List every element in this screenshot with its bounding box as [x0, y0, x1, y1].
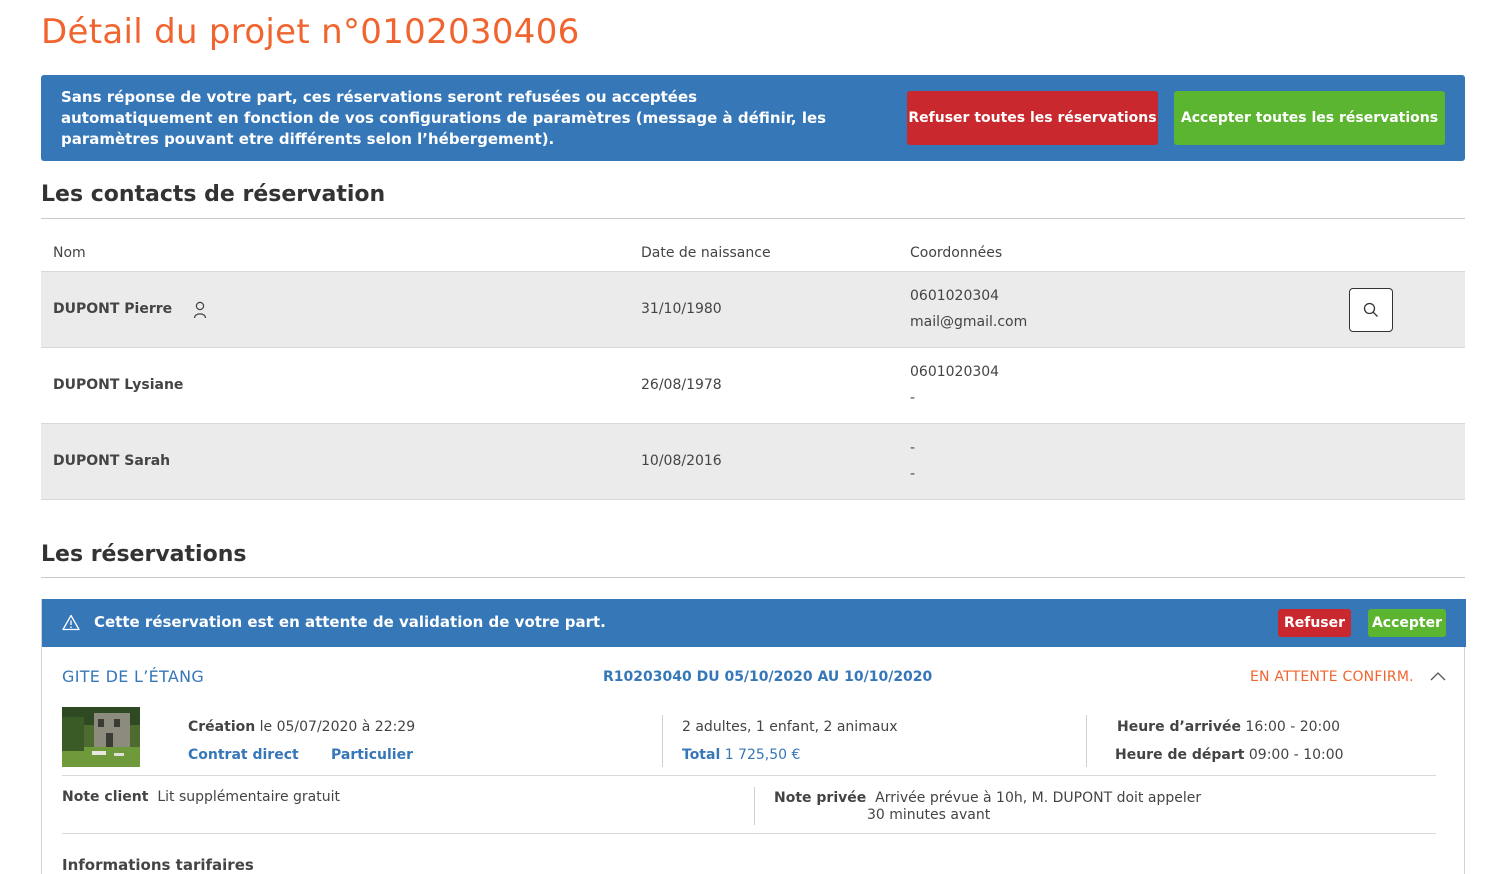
total-value: 1 725,50 €	[724, 747, 801, 763]
header-coords: Coordonnées	[910, 245, 1003, 261]
contact-birth: 10/08/2016	[641, 453, 722, 469]
private-note: Note privée Arrivée prévue à 10h, M. DUP…	[774, 789, 1201, 807]
contact-birth: 26/08/1978	[641, 377, 722, 393]
client-note-label: Note client	[62, 789, 149, 805]
header-name: Nom	[53, 245, 86, 261]
creation-date: le 05/07/2020 à 22:29	[259, 719, 416, 735]
departure-label: Heure de départ	[1115, 747, 1245, 763]
guests-info: 2 adultes, 1 enfant, 2 animaux	[682, 719, 898, 735]
divider	[754, 787, 755, 825]
alert-message: Cette réservation est en attente de vali…	[94, 613, 606, 631]
reservation-reference[interactable]: R10203040 DU 05/10/2020 AU 10/10/2020	[603, 669, 932, 685]
table-row: DUPONT Sarah 10/08/2016 - -	[41, 424, 1465, 500]
contact-birth: 31/10/1980	[641, 301, 722, 317]
creation-label: Création	[188, 719, 256, 735]
contact-phone: 0601020304	[910, 364, 1000, 380]
accept-all-button[interactable]: Accepter toutes les réservations	[1174, 91, 1445, 145]
total-info: Total 1 725,50 €	[682, 747, 800, 763]
table-header: Nom Date de naissance Coordonnées	[41, 234, 1465, 272]
creation-info: Création le 05/07/2020 à 22:29	[188, 719, 415, 735]
status-badge: EN ATTENTE CONFIRM.	[1250, 669, 1414, 685]
refuse-all-button[interactable]: Refuser toutes les réservations	[907, 91, 1158, 145]
auto-decision-banner: Sans réponse de votre part, ces réservat…	[41, 75, 1465, 161]
divider	[41, 577, 1465, 578]
divider	[62, 775, 1436, 776]
arrival-label: Heure d’arrivée	[1117, 719, 1241, 735]
contact-email: -	[910, 390, 916, 406]
divider	[62, 833, 1436, 834]
header-birth: Date de naissance	[641, 245, 771, 261]
lodging-name[interactable]: GITE DE L’ÉTANG	[62, 667, 204, 686]
divider	[41, 218, 1465, 219]
user-icon	[193, 301, 207, 319]
contact-phone: 0601020304	[910, 288, 1000, 304]
pricing-section-title: Informations tarifaires	[62, 856, 254, 874]
divider	[1086, 715, 1087, 767]
reservations-section-title: Les réservations	[41, 542, 247, 567]
contacts-table: Nom Date de naissance Coordonnées DUPONT…	[41, 234, 1465, 500]
departure-info: Heure de départ 09:00 - 10:00	[1115, 747, 1344, 763]
contract-link[interactable]: Contrat direct	[188, 747, 299, 763]
divider	[662, 715, 663, 767]
contact-name: DUPONT Sarah	[53, 453, 171, 469]
contact-name: DUPONT Lysiane	[53, 377, 184, 393]
client-note: Note client Lit supplémentaire gratuit	[62, 789, 340, 805]
view-contact-button[interactable]	[1349, 288, 1393, 332]
lodging-photo	[62, 707, 140, 767]
client-note-text: Lit supplémentaire gratuit	[157, 789, 340, 805]
contact-email: -	[910, 466, 916, 482]
table-row: DUPONT Lysiane 26/08/1978 0601020304 -	[41, 348, 1465, 424]
arrival-info: Heure d’arrivée 16:00 - 20:00	[1117, 719, 1340, 735]
contact-email: mail@gmail.com	[910, 314, 1028, 330]
reservation-card: Cette réservation est en attente de vali…	[41, 599, 1466, 874]
client-type-link[interactable]: Particulier	[331, 747, 413, 763]
private-note-line-1: Arrivée prévue à 10h, M. DUPONT doit app…	[875, 790, 1202, 806]
refuse-button[interactable]: Refuser	[1278, 609, 1351, 637]
arrival-time: 16:00 - 20:00	[1245, 719, 1341, 735]
accept-button[interactable]: Accepter	[1368, 609, 1446, 637]
search-icon	[1363, 302, 1378, 317]
private-note-label: Note privée	[774, 790, 867, 806]
banner-message: Sans réponse de votre part, ces réservat…	[61, 88, 827, 148]
contact-name: DUPONT Pierre	[53, 301, 173, 317]
table-row: DUPONT Pierre 31/10/1980 0601020304 mail…	[41, 272, 1465, 348]
page-title: Détail du projet n°0102030406	[41, 12, 580, 52]
reservation-alert: Cette réservation est en attente de vali…	[42, 599, 1466, 647]
contact-phone: -	[910, 440, 916, 456]
chevron-up-icon[interactable]	[1430, 671, 1446, 681]
total-label: Total	[682, 747, 721, 763]
departure-time: 09:00 - 10:00	[1248, 747, 1344, 763]
contacts-section-title: Les contacts de réservation	[41, 182, 386, 207]
warning-icon	[62, 614, 80, 631]
private-note-line-2: 30 minutes avant	[867, 807, 991, 823]
